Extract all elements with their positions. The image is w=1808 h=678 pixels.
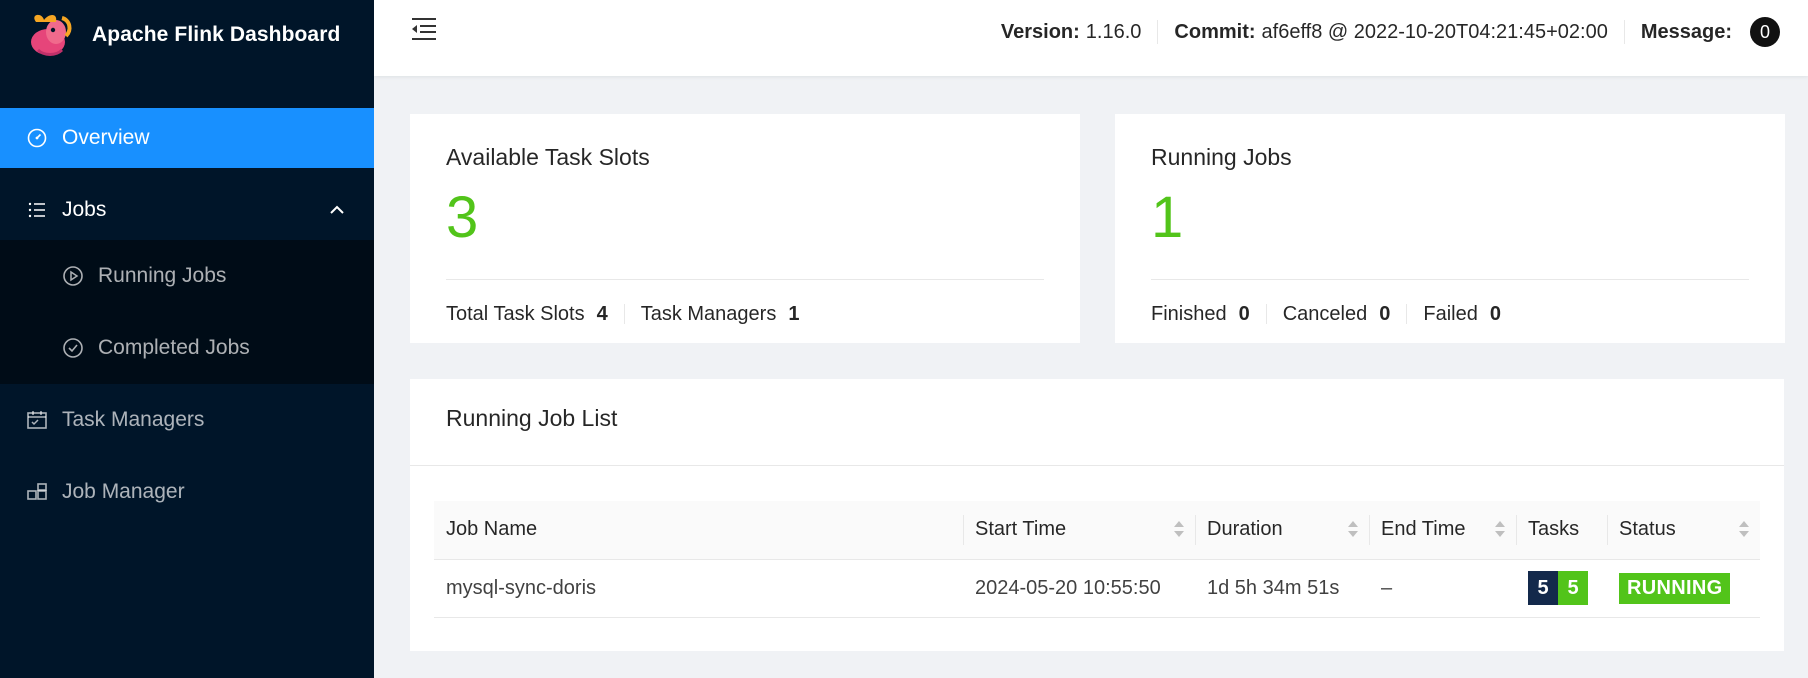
chevron-up-icon bbox=[330, 205, 344, 214]
tasks-cell: 5 5 bbox=[1516, 559, 1607, 618]
task-managers-label: Task Managers bbox=[640, 302, 777, 325]
sidebar-item-job-manager[interactable]: Job Manager bbox=[0, 456, 374, 528]
version-label: Version: bbox=[1000, 20, 1080, 43]
top-header: Version: 1.16.0 Commit: af6eff8 @ 2022-1… bbox=[374, 0, 1808, 76]
commit-info: Commit: af6eff8 @ 2022-10-20T04:21:45+02… bbox=[1157, 20, 1623, 44]
col-end-time[interactable]: End Time bbox=[1369, 501, 1516, 560]
sort-icon[interactable] bbox=[1494, 519, 1506, 539]
list-icon bbox=[26, 199, 48, 221]
col-duration[interactable]: Duration bbox=[1195, 501, 1369, 560]
running-jobs-card: Running Jobs 1 Finished 0 Canceled 0 Faile… bbox=[1115, 114, 1785, 343]
sort-icon[interactable] bbox=[1738, 519, 1750, 539]
slots-stats: Total Task Slots 4 Task Managers 1 bbox=[446, 302, 1044, 325]
failed-label: Failed bbox=[1423, 302, 1478, 325]
message-label: Message: bbox=[1640, 20, 1732, 43]
job-name-cell[interactable]: mysql-sync-doris bbox=[434, 559, 963, 618]
header-info: Version: 1.16.0 Commit: af6eff8 @ 2022-1… bbox=[985, 0, 1808, 64]
sidebar-item-label: Completed Jobs bbox=[98, 336, 250, 359]
col-status[interactable]: Status bbox=[1607, 501, 1760, 560]
sidebar-item-label: Task Managers bbox=[62, 408, 205, 431]
commit-value: af6eff8 @ 2022-10-20T04:21:45+02:00 bbox=[1261, 20, 1608, 43]
col-start-time[interactable]: Start Time bbox=[963, 501, 1195, 560]
canceled-label: Canceled bbox=[1282, 302, 1368, 325]
schedule-icon bbox=[26, 409, 48, 431]
status-cell: RUNNING bbox=[1607, 559, 1760, 618]
message-info[interactable]: Message: 0 bbox=[1623, 17, 1808, 47]
running-job-list-card: Running Job List Job Name Start Time Dur… bbox=[410, 379, 1784, 651]
task-status-badge: 5 5 bbox=[1528, 571, 1588, 605]
brand[interactable]: Apache Flink Dashboard bbox=[0, 0, 374, 70]
total-slots-value: 4 bbox=[596, 302, 608, 325]
sidebar-item-completed-jobs[interactable]: Completed Jobs bbox=[0, 312, 374, 384]
task-managers-value: 1 bbox=[788, 302, 800, 325]
cluster-icon bbox=[26, 481, 48, 503]
col-job-name[interactable]: Job Name bbox=[434, 501, 963, 560]
flink-squirrel-logo-icon bbox=[31, 14, 72, 56]
jobs-submenu: Running Jobs Completed Jobs bbox=[0, 240, 374, 384]
sidebar-menu: Overview Jobs Running Jobs Completed Job… bbox=[0, 108, 374, 528]
version-info: Version: 1.16.0 bbox=[985, 20, 1158, 44]
end-time-cell: – bbox=[1369, 559, 1516, 618]
sort-icon[interactable] bbox=[1347, 519, 1359, 539]
commit-label: Commit: bbox=[1174, 20, 1256, 43]
sidebar-item-running-jobs[interactable]: Running Jobs bbox=[0, 240, 374, 312]
play-circle-icon bbox=[62, 265, 84, 287]
failed-value: 0 bbox=[1489, 302, 1501, 325]
finished-label: Finished bbox=[1151, 302, 1227, 325]
finished-value: 0 bbox=[1238, 302, 1250, 325]
brand-name: Apache Flink Dashboard bbox=[92, 23, 341, 46]
sidebar-item-label: Overview bbox=[62, 126, 150, 149]
sidebar-item-label: Job Manager bbox=[62, 480, 185, 503]
card-title: Running Job List bbox=[446, 405, 618, 431]
card-title: Available Task Slots bbox=[446, 144, 650, 170]
card-title: Running Jobs bbox=[1151, 144, 1292, 170]
message-count-badge[interactable]: 0 bbox=[1750, 17, 1780, 47]
col-tasks: Tasks bbox=[1516, 501, 1607, 560]
tasks-running: 5 bbox=[1558, 571, 1588, 605]
total-slots-label: Total Task Slots bbox=[446, 302, 585, 325]
available-task-slots-card: Available Task Slots 3 Total Task Slots 4… bbox=[410, 114, 1080, 343]
sidebar-item-label: Running Jobs bbox=[98, 264, 227, 287]
table-row[interactable]: mysql-sync-doris 2024-05-20 10:55:50 1d … bbox=[434, 559, 1760, 618]
sidebar-item-task-managers[interactable]: Task Managers bbox=[0, 384, 374, 456]
sidebar-item-label: Jobs bbox=[62, 198, 107, 221]
job-table: Job Name Start Time Duration End Time Ta… bbox=[434, 501, 1760, 618]
jobs-stats: Finished 0 Canceled 0 Failed 0 bbox=[1151, 302, 1749, 325]
tasks-total: 5 bbox=[1528, 571, 1558, 605]
status-badge: RUNNING bbox=[1619, 572, 1731, 604]
sort-icon[interactable] bbox=[1173, 519, 1185, 539]
menu-fold-icon[interactable] bbox=[410, 16, 438, 42]
table-header-row: Job Name Start Time Duration End Time Ta… bbox=[434, 501, 1760, 560]
sidebar-item-jobs[interactable]: Jobs bbox=[0, 180, 374, 240]
start-time-cell: 2024-05-20 10:55:50 bbox=[963, 559, 1195, 618]
running-jobs-value: 1 bbox=[1151, 185, 1184, 250]
dashboard-icon bbox=[26, 127, 48, 149]
available-slots-value: 3 bbox=[446, 185, 479, 250]
version-value: 1.16.0 bbox=[1085, 20, 1142, 43]
check-circle-icon bbox=[62, 337, 84, 359]
sidebar-item-overview[interactable]: Overview bbox=[0, 108, 374, 168]
sidebar: Apache Flink Dashboard Overview Jobs Run… bbox=[0, 0, 374, 678]
duration-cell: 1d 5h 34m 51s bbox=[1195, 559, 1369, 618]
canceled-value: 0 bbox=[1379, 302, 1391, 325]
